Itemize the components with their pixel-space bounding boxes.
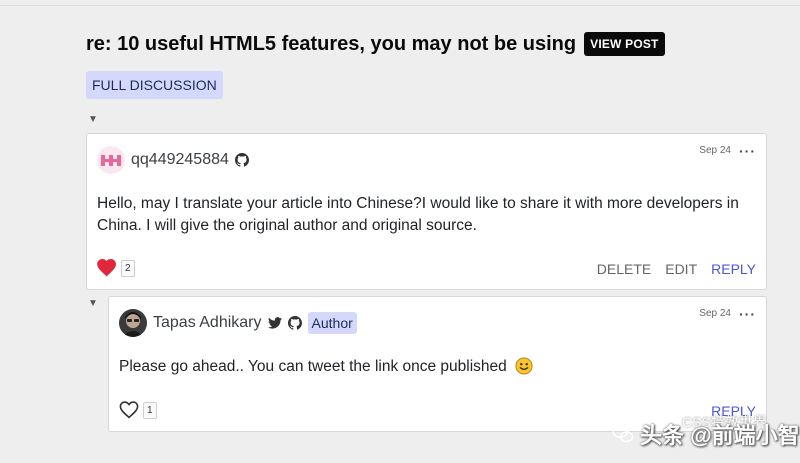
top-divider (0, 5, 800, 6)
reaction-group: 1 (119, 401, 157, 419)
comment-date[interactable]: Sep 24 (699, 145, 731, 156)
avatar[interactable] (119, 309, 147, 337)
like-count: 1 (143, 401, 157, 419)
comment-actions: DELETE EDIT REPLY (597, 261, 756, 277)
comment-body: Hello, may I translate your article into… (97, 195, 739, 234)
twitter-icon[interactable] (267, 317, 282, 329)
reply-button[interactable]: REPLY (711, 261, 756, 277)
comment-header: Tapas Adhikary Author (119, 309, 357, 337)
heart-filled-icon[interactable] (97, 259, 117, 277)
more-options-icon[interactable]: ··· (739, 307, 756, 321)
delete-button[interactable]: DELETE (597, 261, 651, 277)
post-header: re: 10 useful HTML5 features, you may no… (86, 32, 665, 56)
username[interactable]: Tapas Adhikary (153, 314, 262, 332)
heart-outline-icon[interactable] (119, 401, 139, 419)
comment-card: qq449245884 Sep 24 ··· Hello, may I tran… (86, 133, 767, 290)
comment-text: Please go ahead.. You can tweet the link… (119, 358, 507, 375)
github-icon[interactable] (287, 316, 302, 330)
author-badge: Author (307, 312, 357, 334)
reply-comment-card: Tapas Adhikary Author Sep 24 ··· Please … (108, 296, 767, 432)
post-title[interactable]: re: 10 useful HTML5 features, you may no… (86, 33, 576, 56)
wechat-icon (612, 424, 634, 444)
comment-meta: Sep 24 ··· (699, 307, 756, 321)
username[interactable]: qq449245884 (131, 151, 229, 169)
collapse-thread-icon[interactable]: ▼ (88, 114, 98, 125)
edit-button[interactable]: EDIT (665, 261, 697, 277)
comment-meta: Sep 24 ··· (699, 144, 756, 158)
collapse-reply-icon[interactable]: ▼ (88, 298, 98, 309)
like-count: 2 (121, 259, 135, 277)
comment-header: qq449245884 (97, 146, 249, 174)
view-post-button[interactable]: VIEW POST (584, 32, 665, 56)
smiley-emoji-icon (515, 357, 533, 375)
comment-body: Please go ahead.. You can tweet the link… (119, 356, 759, 378)
comment-date[interactable]: Sep 24 (699, 308, 731, 319)
github-icon[interactable] (234, 153, 249, 167)
full-discussion-button[interactable]: FULL DISCUSSION (86, 71, 223, 99)
more-options-icon[interactable]: ··· (739, 144, 756, 158)
reaction-group: 2 (97, 259, 135, 277)
watermark: 头条 @前端小智 (612, 418, 800, 450)
avatar[interactable] (97, 146, 125, 174)
watermark-text: 头条 @前端小智 (640, 423, 800, 448)
